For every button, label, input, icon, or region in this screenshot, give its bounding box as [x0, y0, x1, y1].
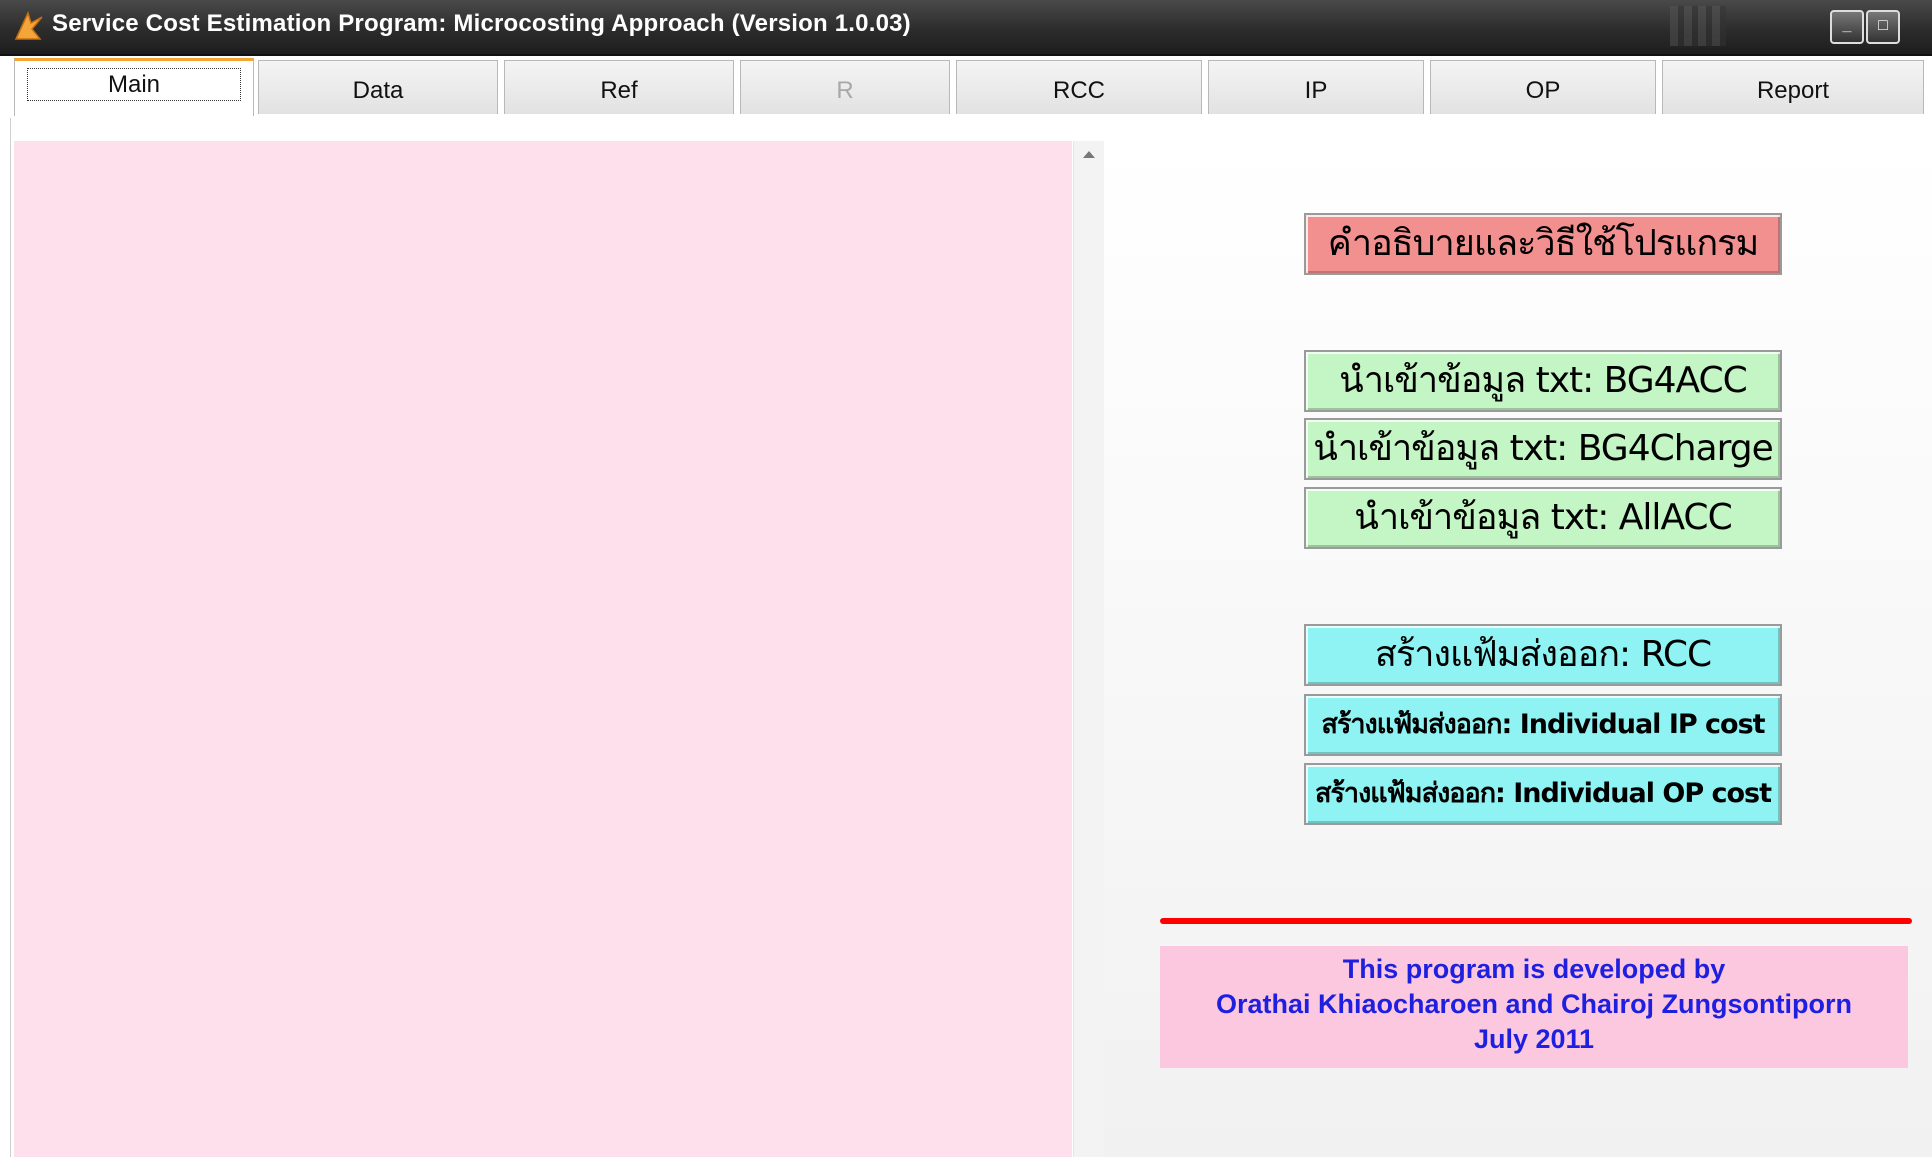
- title-bar: Service Cost Estimation Program: Microco…: [0, 0, 1932, 56]
- divider-line: [1160, 918, 1912, 924]
- credit-box: This program is developed by Orathai Khi…: [1160, 946, 1908, 1068]
- tab-label: Main: [26, 68, 242, 101]
- tab-data[interactable]: Data: [258, 60, 498, 114]
- window-title: Service Cost Estimation Program: Microco…: [52, 10, 911, 37]
- tab-report[interactable]: Report: [1662, 60, 1924, 114]
- export-individual-op-cost-button[interactable]: สร้างแฟ้มส่งออก: Individual OP cost: [1304, 763, 1782, 825]
- import-bg4charge-button[interactable]: นำเข้าข้อมูล txt: BG4Charge: [1304, 418, 1782, 480]
- credit-line-3: July 2011: [1473, 1024, 1595, 1054]
- tab-rcc[interactable]: RCC: [956, 60, 1202, 114]
- export-individual-ip-cost-button[interactable]: สร้างแฟ้มส่งออก: Individual IP cost: [1304, 694, 1782, 756]
- app-logo-icon: [14, 10, 43, 40]
- vertical-scrollbar[interactable]: [1073, 141, 1104, 1157]
- scroll-up-icon[interactable]: [1083, 151, 1095, 158]
- import-allacc-button[interactable]: นำเข้าข้อมูล txt: AllACC: [1304, 487, 1782, 549]
- window-left-frame: [0, 118, 11, 1157]
- main-content-panel: [14, 141, 1072, 1157]
- title-bar-decoration: [1670, 6, 1726, 46]
- export-rcc-button[interactable]: สร้างแฟ้มส่งออก: RCC: [1304, 624, 1782, 686]
- minimize-icon[interactable]: _: [1830, 10, 1864, 44]
- tab-main[interactable]: Main: [14, 58, 254, 116]
- tab-bar: Main Data Ref R RCC IP OP Report: [0, 56, 1932, 118]
- credit-line-2: Orathai Khiaocharoen and Chairoj Zungson…: [1215, 989, 1853, 1019]
- tab-r: R: [740, 60, 950, 114]
- tab-op[interactable]: OP: [1430, 60, 1656, 114]
- maximize-icon[interactable]: □: [1866, 10, 1900, 44]
- help-instructions-button[interactable]: คำอธิบายและวิธีใช้โปรแกรม: [1304, 213, 1782, 275]
- tab-ref[interactable]: Ref: [504, 60, 734, 114]
- tab-ip[interactable]: IP: [1208, 60, 1424, 114]
- import-bg4acc-button[interactable]: นำเข้าข้อมูล txt: BG4ACC: [1304, 350, 1782, 412]
- credit-line-1: This program is developed by: [1342, 954, 1726, 984]
